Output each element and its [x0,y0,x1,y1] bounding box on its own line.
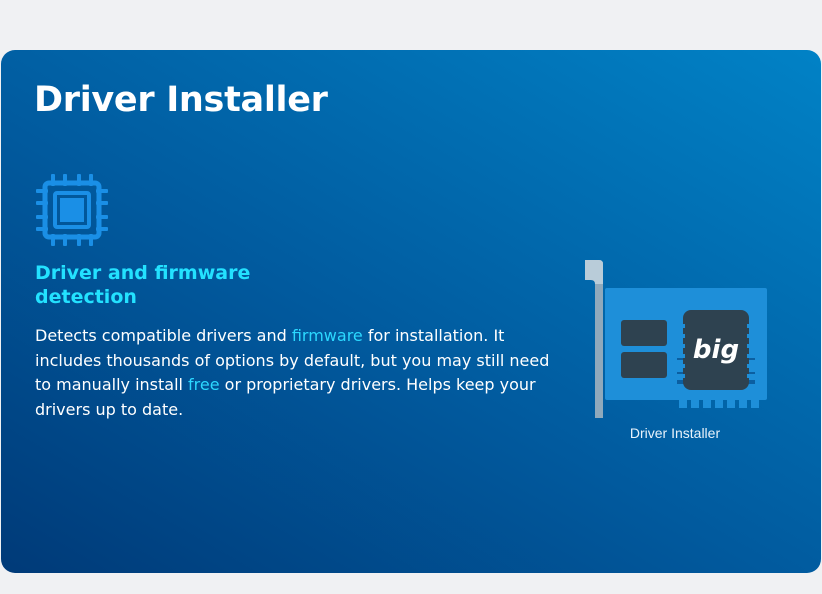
cpu-chip-icon [36,174,108,246]
illustration-caption: Driver Installer [629,425,721,441]
feature-description: Detects compatible drivers and firmware … [35,324,555,422]
feature-card: Driver Installer Driver and firmware det… [1,50,821,573]
description-text: Detects compatible drivers and [35,326,292,345]
chip-logo-text: big [693,335,739,365]
free-link[interactable]: free [188,375,220,394]
firmware-link[interactable]: firmware [292,326,363,345]
feature-heading: Driver and firmware detection [35,262,251,308]
expansion-card-icon: big [585,260,767,418]
page-title: Driver Installer [34,80,328,120]
